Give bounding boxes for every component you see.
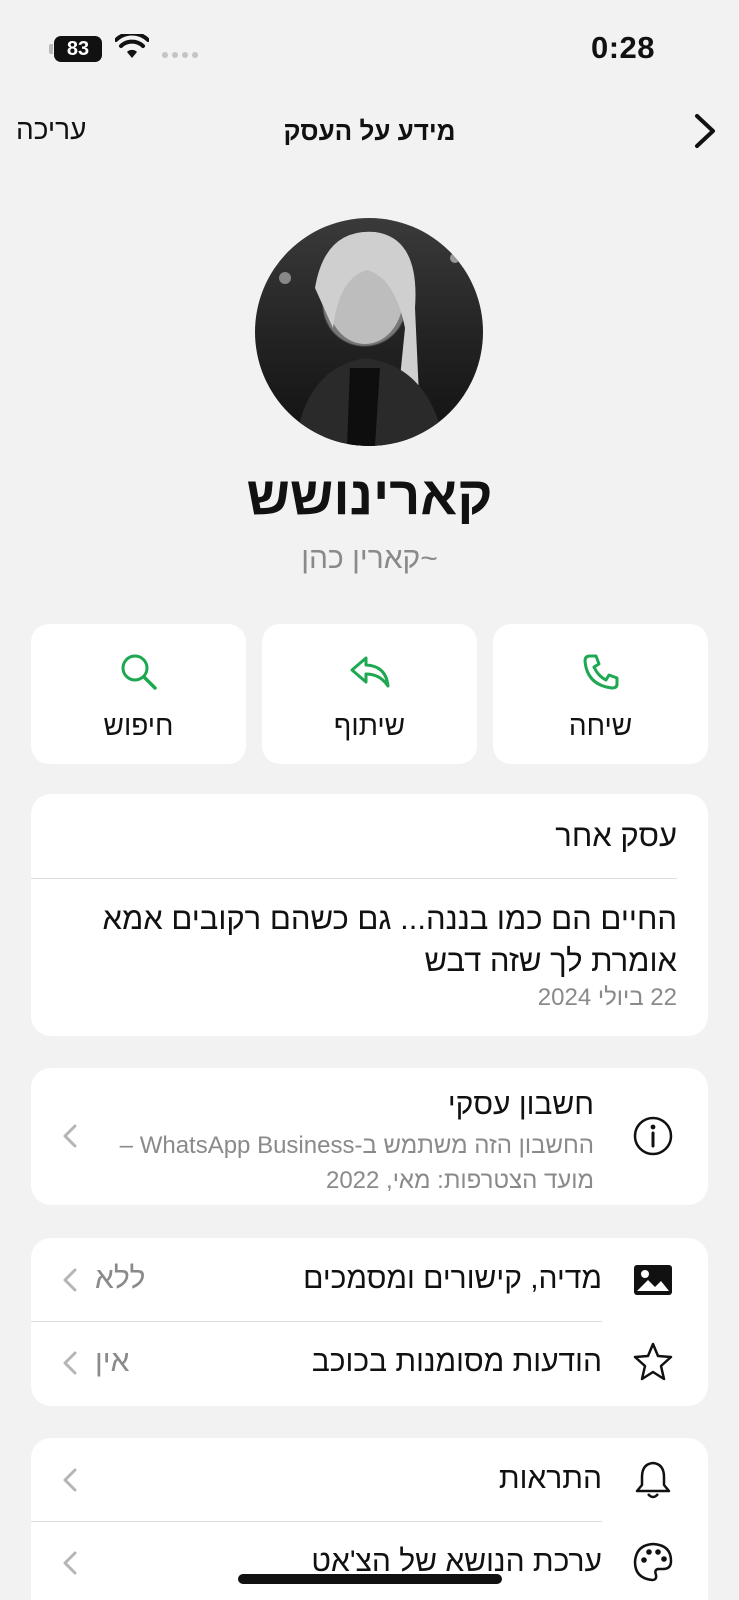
business-title: חשבון עסקי xyxy=(447,1088,594,1121)
about-card[interactable]: עסק אחר החיים הם כמו בננה... גם כשהם רקו… xyxy=(31,794,708,1036)
media-label: מדיה, קישורים ומסמכים xyxy=(303,1262,602,1295)
divider xyxy=(31,1321,602,1322)
about-heading: עסק אחר xyxy=(555,818,677,853)
notifications-label: התראות xyxy=(498,1462,602,1495)
starred-value: אין xyxy=(95,1345,130,1378)
chevron-left-icon xyxy=(63,1551,77,1575)
search-icon xyxy=(121,654,157,690)
search-label: חיפוש xyxy=(103,710,174,741)
photo-icon xyxy=(634,1265,672,1295)
share-label: שיתוף xyxy=(333,710,406,741)
phone-icon xyxy=(583,654,618,690)
search-button[interactable]: חיפוש xyxy=(31,624,246,764)
about-date: 22 ביולי 2024 xyxy=(537,984,677,1011)
divider xyxy=(31,1521,602,1522)
star-icon xyxy=(633,1342,673,1381)
call-label: שיחה xyxy=(568,710,633,741)
battery-icon: 83 xyxy=(49,36,102,62)
media-card: מדיה, קישורים ומסמכים ללא הודעות מסומנות… xyxy=(31,1238,708,1406)
nav-bar: עריכה מידע על העסק xyxy=(0,100,739,164)
business-account-row[interactable]: חשבון עסקי החשבון הזה משתמש ב-WhatsApp B… xyxy=(31,1068,708,1205)
back-chevron-icon[interactable] xyxy=(685,108,725,154)
chevron-left-icon xyxy=(63,1351,77,1375)
page-title: מידע על העסק xyxy=(283,116,456,146)
chevron-left-icon xyxy=(63,1468,77,1492)
profile-name: קארינושש xyxy=(246,466,493,526)
chevron-left-icon xyxy=(63,1268,77,1292)
status-bar: 83 0:28 xyxy=(0,0,739,100)
starred-label: הודעות מסומנות בכוכב xyxy=(311,1345,602,1378)
call-button[interactable]: שיחה xyxy=(493,624,708,764)
share-icon xyxy=(350,656,389,688)
cellular-signal-icon xyxy=(162,52,198,58)
media-value: ללא xyxy=(95,1262,146,1295)
home-indicator[interactable] xyxy=(238,1574,502,1584)
business-description: החשבון הזה משתמש ב-WhatsApp Business – מ… xyxy=(119,1132,594,1194)
palette-icon xyxy=(633,1542,673,1582)
divider xyxy=(31,878,677,879)
wifi-icon xyxy=(115,34,149,58)
status-time: 0:28 xyxy=(590,30,655,65)
bell-icon xyxy=(635,1461,671,1499)
profile-subtitle: ~קארין כהן xyxy=(301,542,438,575)
share-button[interactable]: שיתוף xyxy=(262,624,477,764)
about-text: החיים הם כמו בננה... גם כשהם רקובים אמא … xyxy=(102,901,677,978)
chevron-left-icon xyxy=(63,1124,77,1148)
action-buttons: שיחה שיתוף חיפוש xyxy=(31,624,708,764)
profile-avatar[interactable] xyxy=(255,218,483,446)
info-icon xyxy=(633,1116,673,1156)
battery-level: 83 xyxy=(66,38,90,60)
